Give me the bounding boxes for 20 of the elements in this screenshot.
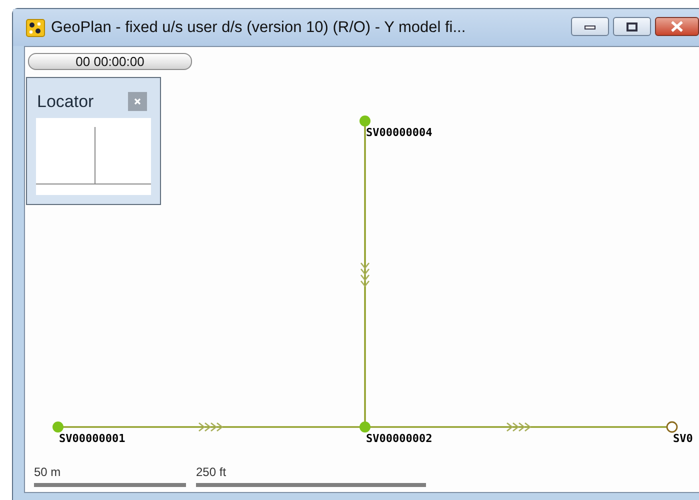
restore-icon [626, 22, 638, 32]
close-button[interactable] [655, 17, 699, 36]
node-label: SV0 [673, 432, 693, 445]
minimize-icon [584, 24, 596, 30]
node-marker[interactable] [52, 422, 64, 432]
time-display: 00 00:00:00 [28, 53, 192, 70]
minimize-button[interactable] [571, 17, 609, 36]
scale-label: 250 ft [196, 465, 228, 479]
panel-title: Locator [37, 92, 94, 112]
node-marker[interactable] [360, 422, 370, 432]
node-label: SV00000004 [366, 126, 432, 139]
node-marker[interactable] [666, 421, 678, 433]
window-title: GeoPlan - fixed u/s user d/s (version 10) (R/O) - Y model fi... [51, 18, 467, 36]
app-icon [26, 18, 45, 36]
close-icon [670, 21, 684, 32]
scale-label: 50 m [34, 465, 62, 479]
node-label: SV00000002 [366, 432, 432, 445]
maximize-button[interactable] [613, 17, 651, 36]
node-label: SV00000001 [59, 432, 126, 445]
node-marker[interactable] [360, 116, 370, 126]
